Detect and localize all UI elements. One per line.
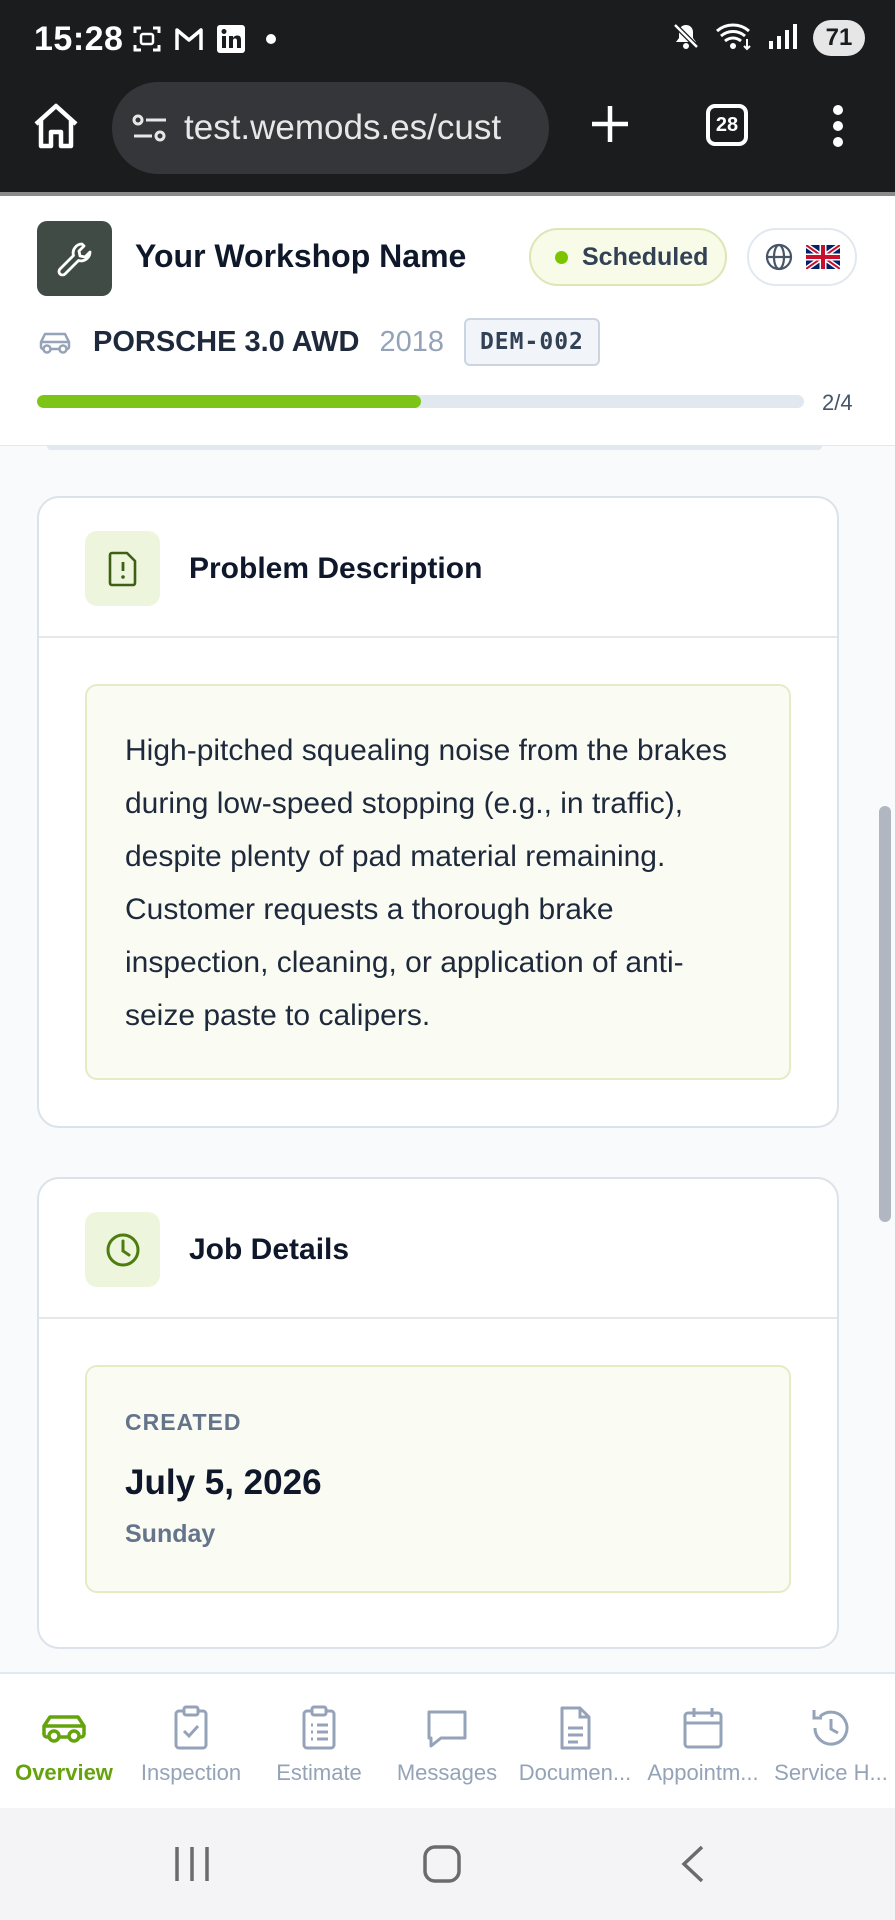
problem-description-card: Problem Description High-pitched squeali…: [37, 496, 839, 1128]
clipboard-check-icon: [174, 1705, 208, 1750]
system-status-icons: 71: [671, 20, 865, 56]
card-header: Job Details: [39, 1179, 837, 1319]
url-text: test.wemods.es/cust: [184, 108, 502, 147]
clipboard-list-icon: [302, 1705, 336, 1750]
main-content[interactable]: Problem Description High-pitched squeali…: [0, 446, 895, 1672]
progress-fill: [37, 395, 421, 408]
nav-label: Inspection: [140, 1760, 242, 1785]
card-title: Job Details: [189, 1233, 350, 1266]
workshop-logo: [37, 221, 112, 296]
page-scrollbar[interactable]: [879, 806, 891, 1222]
created-box: CREATED July 5, 2026 Sunday: [85, 1365, 791, 1593]
system-nav-bar: [0, 1808, 895, 1920]
plus-icon: [592, 106, 628, 142]
status-time: 15:28: [34, 20, 124, 58]
nav-overview[interactable]: Overview: [0, 1674, 128, 1810]
status-bar: 15:28 71: [0, 0, 895, 78]
uk-flag-icon: [806, 245, 840, 269]
document-icon: [560, 1706, 591, 1750]
nav-label: Estimate: [276, 1760, 362, 1785]
nav-service-history[interactable]: Service H...: [767, 1674, 895, 1810]
nav-inspection[interactable]: Inspection: [127, 1674, 255, 1810]
car-icon: [42, 1715, 86, 1743]
language-selector[interactable]: [747, 228, 857, 286]
status-dot-icon: [555, 250, 568, 264]
vehicle-info: PORSCHE 3.0 AWD 2018 DEM-002: [37, 318, 600, 366]
nav-label: Messages: [396, 1760, 498, 1785]
more-vertical-icon: [833, 105, 843, 147]
bottom-nav: Overview Inspection Estimate Messages Do…: [0, 1672, 895, 1808]
history-icon: [812, 1710, 849, 1746]
progress-bar: [37, 395, 804, 408]
app-header: Your Workshop Name Scheduled PORSCHE 3.0…: [0, 196, 895, 446]
mute-icon: [671, 21, 701, 56]
progress-label: 2/4: [822, 390, 853, 415]
vehicle-model: PORSCHE 3.0 AWD: [93, 325, 360, 358]
url-bar[interactable]: test.wemods.es/cust: [112, 82, 549, 174]
workshop-name: Your Workshop Name: [135, 238, 467, 274]
status-text: Scheduled: [582, 242, 709, 271]
back-icon[interactable]: [678, 1844, 708, 1884]
card-icon-tile: [85, 531, 160, 606]
clock-icon: [106, 1233, 139, 1266]
status-badge: Scheduled: [529, 228, 727, 286]
nav-appointments[interactable]: Appointm...: [639, 1674, 767, 1810]
problem-text: High-pitched squealing noise from the br…: [125, 734, 728, 1032]
vehicle-year: 2018: [379, 325, 444, 358]
job-details-card: Job Details CREATED July 5, 2026 Sunday: [37, 1177, 839, 1649]
created-day: Sunday: [125, 1520, 216, 1548]
home-button[interactable]: [30, 100, 82, 152]
wifi-icon: [715, 21, 753, 56]
browser-menu-button[interactable]: [830, 104, 846, 148]
tab-switcher-button[interactable]: 28: [706, 104, 748, 146]
globe-icon: [765, 243, 793, 271]
new-tab-button[interactable]: [588, 102, 632, 146]
gmail-icon: [172, 22, 206, 56]
nav-documents[interactable]: Documen...: [511, 1674, 639, 1810]
nav-label: Documen...: [518, 1760, 632, 1785]
card-icon-tile: [85, 1212, 160, 1287]
home-system-icon[interactable]: [422, 1844, 462, 1884]
nav-label: Service H...: [774, 1760, 888, 1785]
nav-estimate[interactable]: Estimate: [255, 1674, 383, 1810]
notification-icons: [130, 22, 276, 56]
screenshot-icon: [130, 22, 164, 56]
license-plate: DEM-002: [463, 318, 600, 366]
card-header: Problem Description: [39, 498, 837, 638]
created-label: CREATED: [125, 1409, 242, 1435]
previous-card-edge: [47, 446, 822, 450]
card-title: Problem Description: [189, 552, 483, 585]
alert-file-icon: [108, 551, 136, 586]
message-icon: [427, 1710, 467, 1748]
home-icon: [34, 103, 78, 149]
wrench-icon: [57, 242, 91, 276]
linkedin-icon: [214, 22, 248, 56]
site-settings-icon[interactable]: [130, 110, 170, 146]
nav-messages[interactable]: Messages: [383, 1674, 511, 1810]
signal-icon: [767, 21, 799, 56]
created-date: July 5, 2026: [125, 1463, 322, 1502]
nav-label: Overview: [15, 1760, 113, 1785]
problem-text-box: High-pitched squealing noise from the br…: [85, 684, 791, 1080]
battery-indicator: 71: [813, 20, 865, 56]
recent-apps-icon[interactable]: [172, 1844, 212, 1884]
nav-label: Appointm...: [647, 1760, 759, 1785]
notification-dot-icon: [266, 34, 276, 44]
calendar-icon: [683, 1708, 723, 1749]
car-icon: [39, 332, 71, 354]
browser-toolbar: test.wemods.es/cust 28: [0, 78, 895, 194]
